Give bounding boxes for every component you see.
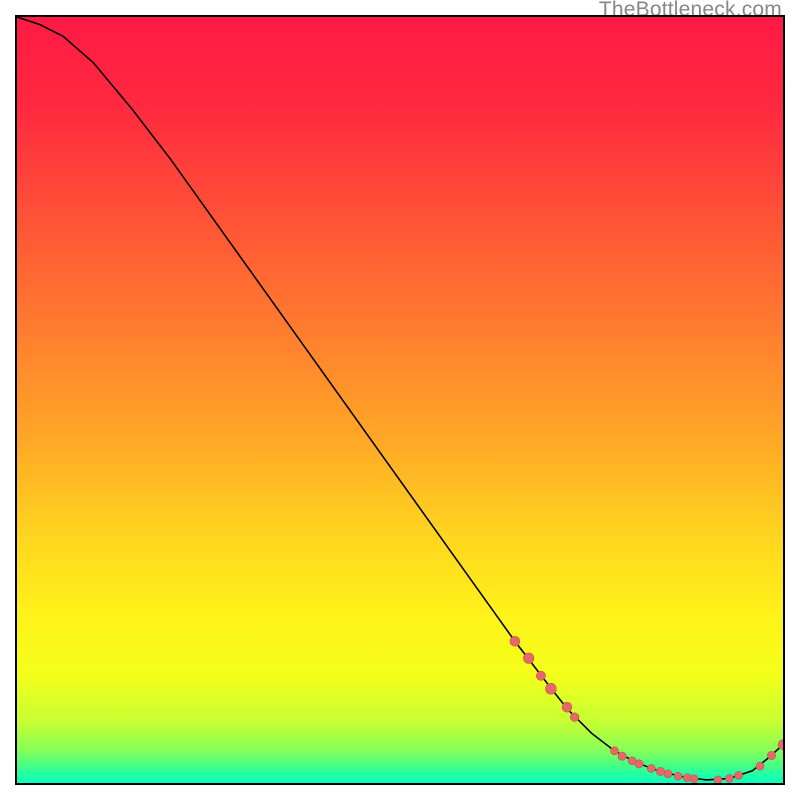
data-marker: [611, 747, 619, 755]
data-marker: [656, 767, 664, 775]
data-marker: [523, 653, 534, 664]
data-marker: [756, 762, 764, 770]
data-marker: [570, 713, 579, 722]
data-marker: [536, 671, 545, 680]
data-marker: [735, 771, 743, 779]
data-marker: [562, 702, 572, 712]
data-marker: [767, 751, 775, 759]
chart-svg: [17, 17, 783, 783]
data-marker: [618, 752, 626, 760]
data-marker: [714, 776, 722, 783]
data-marker: [647, 764, 655, 772]
data-marker: [510, 636, 520, 646]
data-marker: [725, 774, 733, 782]
data-marker: [690, 775, 698, 783]
data-marker: [664, 770, 672, 778]
data-marker: [635, 760, 643, 768]
data-marker: [545, 683, 556, 694]
plot-area: [15, 15, 785, 785]
chart-stage: TheBottleneck.com: [0, 0, 800, 800]
data-marker: [674, 772, 682, 780]
gradient-background: [17, 17, 783, 783]
